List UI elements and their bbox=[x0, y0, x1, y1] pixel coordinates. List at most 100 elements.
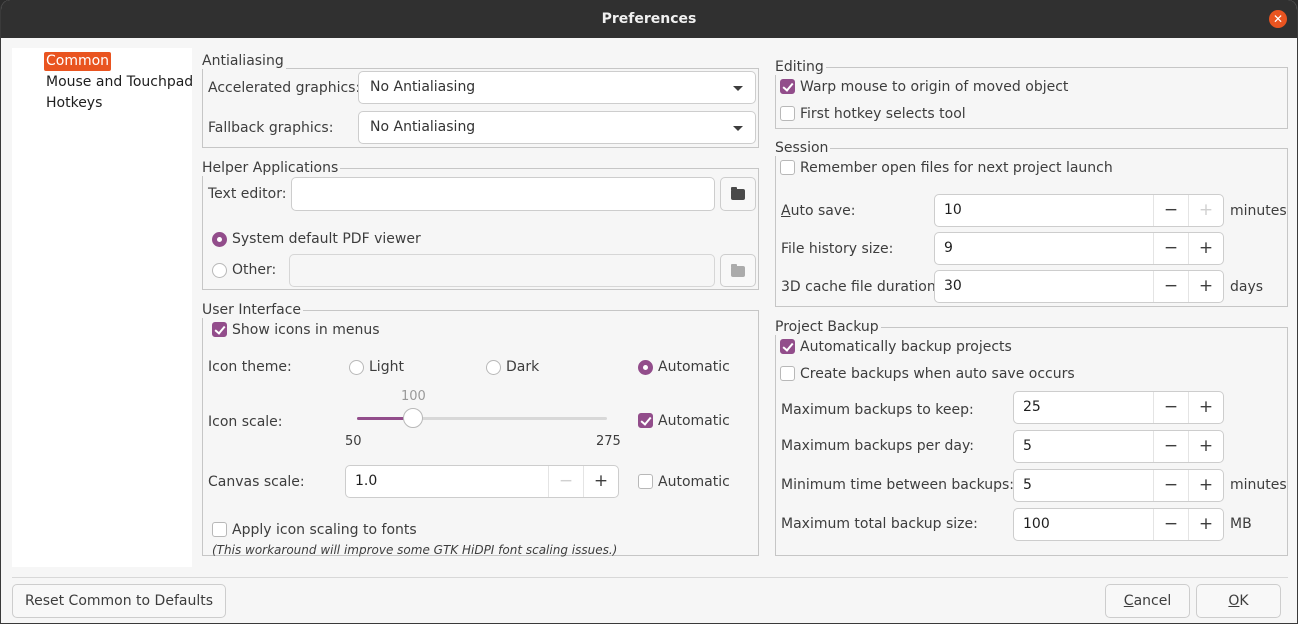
other-pdf-radio[interactable] bbox=[212, 263, 227, 278]
increment-button[interactable]: + bbox=[583, 466, 618, 497]
icon-scale-label: Icon scale: bbox=[208, 414, 283, 430]
remember-open-files-checkbox[interactable] bbox=[780, 160, 795, 175]
min-time-between-label: Minimum time between backups: bbox=[781, 477, 1015, 493]
decrement-button[interactable]: − bbox=[1153, 431, 1188, 462]
accelerated-graphics-label: Accelerated graphics: bbox=[208, 80, 361, 96]
text-editor-input[interactable] bbox=[291, 177, 715, 211]
icon-scale-value: 100 bbox=[401, 389, 426, 404]
icon-theme-dark-label: Dark bbox=[506, 359, 540, 375]
backup-on-autosave-label: Create backups when auto save occurs bbox=[800, 366, 1075, 382]
decrement-button[interactable]: − bbox=[1153, 509, 1188, 540]
decrement-button[interactable]: − bbox=[1153, 195, 1188, 226]
increment-button[interactable]: + bbox=[1188, 271, 1223, 302]
other-pdf-input[interactable] bbox=[289, 254, 715, 287]
other-pdf-browse-button[interactable] bbox=[720, 254, 756, 287]
title-bar: Preferences ✕ bbox=[1, 0, 1297, 38]
min-time-between-value: 5 bbox=[1023, 477, 1032, 493]
canvas-scale-label: Canvas scale: bbox=[208, 474, 305, 490]
slider-knob[interactable] bbox=[402, 408, 423, 428]
max-backup-size-value: 100 bbox=[1023, 516, 1050, 532]
accelerated-graphics-select[interactable]: No Antialiasing bbox=[358, 71, 756, 104]
user-interface-group bbox=[202, 310, 759, 556]
sidebar-item-mouse-touchpad[interactable]: Mouse and Touchpad bbox=[44, 73, 195, 92]
cancel-mnemonic: C bbox=[1123, 593, 1134, 609]
ok-button[interactable]: OK bbox=[1196, 584, 1281, 618]
sidebar-item-common[interactable]: Common bbox=[44, 52, 112, 71]
max-backup-size-label: Maximum total backup size: bbox=[781, 516, 978, 532]
first-hotkey-checkbox[interactable] bbox=[780, 106, 795, 121]
icon-theme-automatic-label: Automatic bbox=[658, 359, 730, 375]
ok-mnemonic: O bbox=[1228, 593, 1240, 609]
warp-mouse-checkbox[interactable] bbox=[780, 79, 795, 94]
icon-theme-label: Icon theme: bbox=[208, 359, 292, 375]
cancel-button[interactable]: Cancel bbox=[1105, 584, 1190, 618]
file-history-spinner[interactable]: 9 − + bbox=[934, 232, 1224, 265]
cancel-label-rest: ancel bbox=[1133, 593, 1172, 609]
show-icons-label: Show icons in menus bbox=[232, 322, 380, 338]
window-title: Preferences bbox=[601, 11, 697, 27]
icon-theme-light-radio[interactable] bbox=[349, 360, 364, 375]
project-backup-title: Project Backup bbox=[775, 319, 881, 335]
canvas-scale-automatic-checkbox[interactable] bbox=[638, 474, 653, 489]
dropdown-arrow-icon bbox=[733, 125, 743, 131]
cache-duration-value: 30 bbox=[944, 278, 962, 294]
auto-save-value: 10 bbox=[944, 202, 962, 218]
user-interface-title: User Interface bbox=[202, 302, 304, 318]
close-icon: ✕ bbox=[1272, 12, 1284, 26]
antialiasing-title: Antialiasing bbox=[202, 53, 286, 69]
min-time-between-spinner[interactable]: 5 − + bbox=[1013, 469, 1224, 502]
show-icons-checkbox[interactable] bbox=[212, 322, 227, 337]
folder-icon bbox=[731, 187, 745, 200]
decrement-button[interactable]: − bbox=[1153, 392, 1188, 423]
editing-title: Editing bbox=[775, 59, 826, 75]
canvas-scale-automatic-label: Automatic bbox=[658, 474, 730, 490]
fallback-graphics-select[interactable]: No Antialiasing bbox=[358, 111, 756, 144]
increment-button[interactable]: + bbox=[1188, 470, 1223, 501]
increment-button[interactable]: + bbox=[1188, 431, 1223, 462]
backup-on-autosave-checkbox[interactable] bbox=[780, 366, 795, 381]
max-backups-day-value: 5 bbox=[1023, 438, 1032, 454]
helper-applications-title: Helper Applications bbox=[202, 160, 341, 176]
icon-scale-slider[interactable] bbox=[357, 408, 607, 430]
increment-button[interactable]: + bbox=[1188, 195, 1223, 226]
text-editor-browse-button[interactable] bbox=[720, 177, 756, 211]
canvas-scale-spinner[interactable]: 1.0 − + bbox=[345, 465, 619, 498]
auto-save-mnemonic: A bbox=[781, 203, 791, 219]
max-backups-keep-label: Maximum backups to keep: bbox=[781, 402, 974, 418]
auto-save-unit: minutes bbox=[1230, 203, 1287, 219]
auto-save-label: Auto save: bbox=[781, 202, 855, 220]
sidebar: Common Mouse and Touchpad Hotkeys bbox=[12, 48, 195, 567]
apply-icon-scaling-fonts-label: Apply icon scaling to fonts bbox=[232, 522, 417, 538]
cache-duration-spinner[interactable]: 30 − + bbox=[934, 270, 1224, 303]
file-history-value: 9 bbox=[944, 240, 953, 256]
cache-duration-label: 3D cache file duration: bbox=[781, 279, 941, 295]
auto-backup-checkbox[interactable] bbox=[780, 339, 795, 354]
icon-theme-dark-radio[interactable] bbox=[486, 360, 501, 375]
reset-defaults-button[interactable]: Reset Common to Defaults bbox=[12, 584, 226, 618]
cache-duration-unit: days bbox=[1230, 279, 1264, 295]
folder-icon bbox=[731, 263, 745, 277]
sidebar-item-hotkeys[interactable]: Hotkeys bbox=[44, 94, 104, 113]
warp-mouse-label: Warp mouse to origin of moved object bbox=[800, 79, 1069, 95]
auto-save-spinner[interactable]: 10 − + bbox=[934, 194, 1224, 227]
icon-scale-automatic-checkbox[interactable] bbox=[638, 413, 653, 428]
max-backups-day-spinner[interactable]: 5 − + bbox=[1013, 430, 1224, 463]
icon-theme-automatic-radio[interactable] bbox=[638, 360, 653, 375]
decrement-button[interactable]: − bbox=[1153, 233, 1188, 264]
decrement-button[interactable]: − bbox=[1153, 470, 1188, 501]
preferences-window: Preferences ✕ Common Mouse and Touchpad … bbox=[0, 0, 1298, 624]
icon-scale-max: 275 bbox=[596, 434, 621, 449]
increment-button[interactable]: + bbox=[1188, 233, 1223, 264]
max-backups-keep-spinner[interactable]: 25 − + bbox=[1013, 391, 1224, 424]
apply-icon-scaling-fonts-checkbox[interactable] bbox=[212, 522, 227, 537]
close-button[interactable]: ✕ bbox=[1269, 10, 1287, 28]
system-default-pdf-radio[interactable] bbox=[212, 232, 227, 247]
decrement-button[interactable]: − bbox=[1153, 271, 1188, 302]
decrement-button[interactable]: − bbox=[548, 466, 583, 497]
max-backup-size-spinner[interactable]: 100 − + bbox=[1013, 508, 1224, 541]
increment-button[interactable]: + bbox=[1188, 392, 1223, 423]
increment-button[interactable]: + bbox=[1188, 509, 1223, 540]
canvas-scale-value: 1.0 bbox=[355, 473, 378, 489]
auto-backup-label: Automatically backup projects bbox=[800, 339, 1012, 355]
ok-label-rest: K bbox=[1239, 593, 1249, 609]
